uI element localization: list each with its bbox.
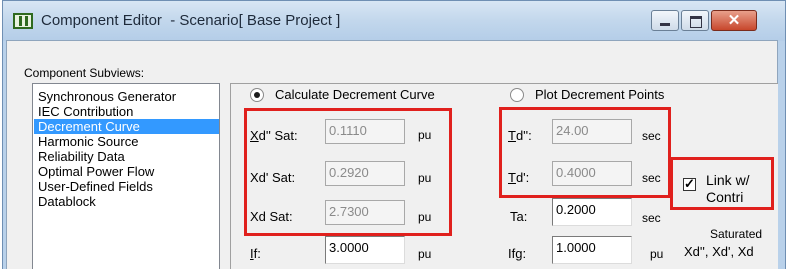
subview-item-iec-contribution[interactable]: IEC Contribution bbox=[34, 104, 219, 119]
maximize-button[interactable] bbox=[681, 10, 709, 31]
calculate-decrement-radio[interactable] bbox=[250, 88, 264, 102]
ifg-label: Ifg: bbox=[508, 246, 527, 261]
ifg-unit: pu bbox=[650, 247, 664, 261]
plot-decrement-label[interactable]: Plot Decrement Points bbox=[535, 87, 664, 102]
close-icon: ✕ bbox=[727, 12, 741, 29]
plot-decrement-radio[interactable] bbox=[510, 88, 524, 102]
if-unit: pu bbox=[418, 247, 432, 261]
minimize-button[interactable] bbox=[651, 10, 679, 31]
ta-label: Ta: bbox=[510, 209, 528, 224]
window-title: Component Editor - Scenario[ Base Projec… bbox=[41, 12, 341, 29]
subview-item-optimal-power-flow[interactable]: Optimal Power Flow bbox=[34, 164, 219, 179]
subview-item-datablock[interactable]: Datablock bbox=[34, 194, 219, 209]
highlight-link-contri bbox=[670, 157, 774, 210]
subview-item-reliability-data[interactable]: Reliability Data bbox=[34, 149, 219, 164]
calculate-decrement-label[interactable]: Calculate Decrement Curve bbox=[275, 87, 435, 102]
title-bar[interactable]: Component Editor - Scenario[ Base Projec… bbox=[3, 1, 785, 41]
subviews-label: Component Subviews: bbox=[24, 66, 145, 80]
if-field[interactable]: 3.0000 bbox=[325, 236, 405, 264]
close-button[interactable]: ✕ bbox=[711, 10, 757, 31]
subview-item-synchronous-generator[interactable]: Synchronous Generator bbox=[34, 89, 219, 104]
app-icon bbox=[13, 13, 33, 29]
ta-field[interactable]: 0.2000 bbox=[552, 198, 632, 226]
subview-item-user-defined-fields[interactable]: User-Defined Fields bbox=[34, 179, 219, 194]
ta-unit: sec bbox=[642, 211, 661, 225]
highlight-time-constants bbox=[499, 107, 671, 198]
subview-list[interactable]: Synchronous Generator IEC Contribution D… bbox=[32, 83, 220, 269]
subview-item-harmonic-source[interactable]: Harmonic Source bbox=[34, 134, 219, 149]
saturated-note-line2: Xd'', Xd', Xd bbox=[684, 244, 754, 259]
saturated-note-line1: Saturated bbox=[710, 227, 763, 241]
ifg-field[interactable]: 1.0000 bbox=[552, 236, 632, 264]
if-label: If: bbox=[250, 246, 261, 261]
highlight-sat-reactances bbox=[244, 108, 452, 236]
subview-item-decrement-curve[interactable]: Decrement Curve bbox=[34, 119, 219, 134]
